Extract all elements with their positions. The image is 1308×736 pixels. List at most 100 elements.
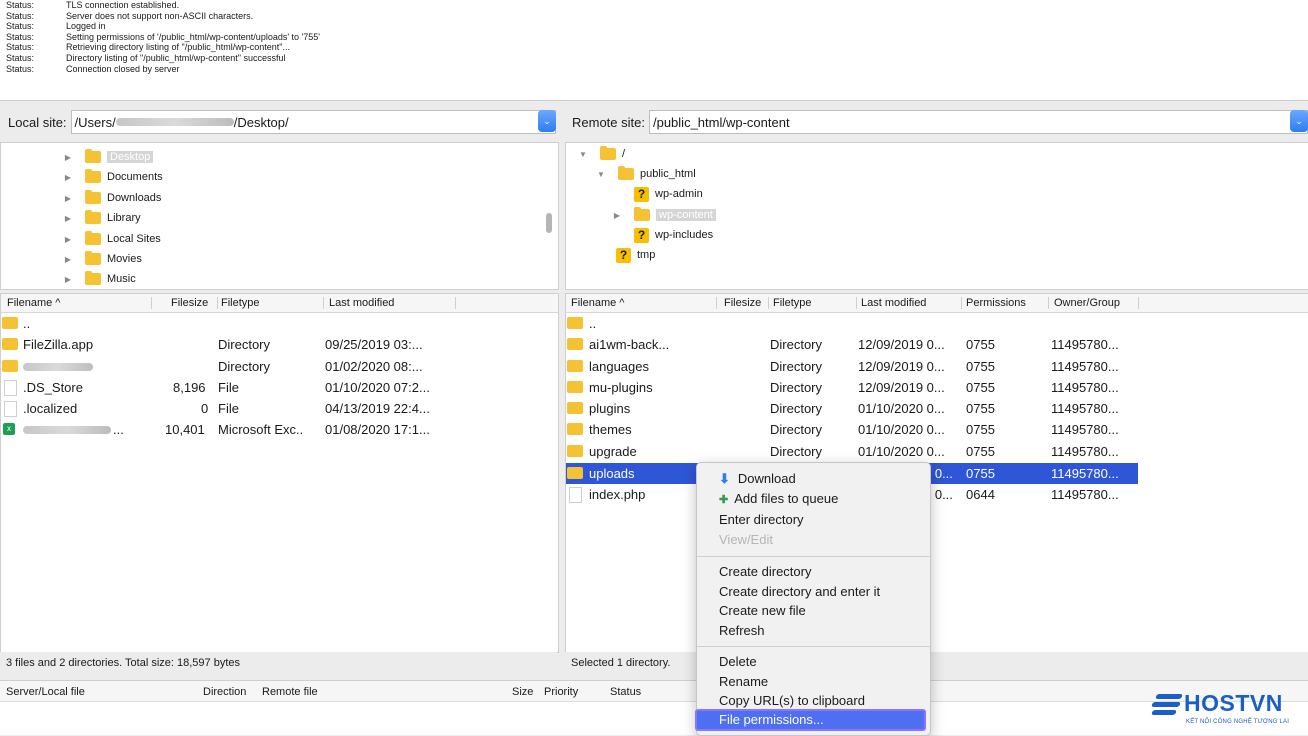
col-status[interactable]: Status (610, 686, 641, 698)
folder-icon (2, 338, 18, 350)
col-owner-group[interactable]: Owner/Group (1054, 297, 1120, 309)
menu-rename[interactable]: Rename (719, 674, 768, 689)
file-row[interactable]: plugins Directory 01/10/2020 0... 0755 11495… (566, 398, 1138, 419)
folder-icon (567, 381, 583, 393)
folder-icon (567, 360, 583, 372)
tree-item-local-sites[interactable]: ▶ Local Sites (61, 230, 161, 248)
transfer-queue[interactable]: Server/Local file Direction Remote file … (0, 680, 1308, 735)
remote-site-path-input[interactable]: /public_html/wp-content ⌄ (648, 110, 1308, 134)
menu-add-to-queue[interactable]: ✚ Add files to queue (719, 491, 838, 506)
remote-directory-tree[interactable]: ▼ / ▼ public_html ? wp-admin ▶ wp-content ? w… (565, 142, 1308, 290)
context-menu: ⬇ Download ✚ Add files to queue Enter dire… (695, 462, 931, 736)
menu-create-directory-enter[interactable]: Create directory and enter it (719, 584, 880, 599)
menu-create-directory[interactable]: Create directory (719, 564, 811, 579)
col-server-local-file[interactable]: Server/Local file (6, 686, 85, 698)
tree-item-movies[interactable]: ▶ Movies (61, 250, 142, 268)
file-row[interactable]: languages Directory 12/09/2019 0... 0755 114… (566, 356, 1138, 377)
local-directory-tree[interactable]: ▶ Desktop ▶ Documents ▶ Downloads ▶ Library … (0, 142, 559, 290)
tree-item-wp-includes[interactable]: ? wp-includes (634, 226, 713, 244)
menu-delete[interactable]: Delete (719, 654, 757, 669)
expand-arrow-icon[interactable]: ▶ (61, 194, 75, 203)
col-filename[interactable]: Filename ^ (7, 297, 60, 309)
folder-icon (85, 231, 101, 245)
local-status-bar: 3 files and 2 directories. Total size: 1… (0, 652, 557, 674)
col-remote-file[interactable]: Remote file (262, 686, 318, 698)
menu-copy-url[interactable]: Copy URL(s) to clipboard (719, 693, 865, 708)
menu-separator (697, 646, 930, 647)
folder-icon (634, 207, 650, 221)
logo-tagline: KẾT NỐI CÔNG NGHỆ TƯƠNG LAI (1186, 719, 1290, 725)
folder-icon (567, 467, 583, 479)
unknown-folder-icon: ? (616, 247, 631, 263)
expand-arrow-icon[interactable]: ▶ (610, 211, 624, 220)
col-priority[interactable]: Priority (544, 686, 578, 698)
file-row[interactable]: .. (1, 313, 558, 334)
file-row[interactable]: ai1wm-back... Directory 12/09/2019 0... 075… (566, 334, 1138, 355)
file-row[interactable]: mu-plugins Directory 12/09/2019 0... 0755 11… (566, 377, 1138, 398)
unknown-folder-icon: ? (634, 227, 649, 243)
menu-download[interactable]: ⬇ Download (719, 471, 796, 487)
local-site-path-input[interactable]: /Users/ /Desktop/ ⌄ (70, 110, 556, 134)
menu-create-file[interactable]: Create new file (719, 603, 806, 618)
file-row[interactable]: FileZilla.app Directory 09/25/2019 03:... (1, 334, 558, 355)
file-row[interactable]: .. (566, 313, 1138, 334)
file-row[interactable]: x... 10,401 Microsoft Exc.. 01/08/2020 17:1… (1, 419, 558, 440)
collapse-arrow-icon[interactable]: ▼ (594, 170, 608, 179)
folder-icon (567, 338, 583, 350)
file-row[interactable]: themes Directory 01/10/2020 0... 0755 114957… (566, 419, 1138, 440)
folder-icon (618, 166, 634, 180)
file-row[interactable]: .localized 0 File 04/13/2019 22:4... (1, 398, 558, 419)
tree-scrollbar[interactable] (546, 213, 552, 233)
log-line: Status: Server does not support non-ASCII… (6, 10, 254, 21)
dropdown-arrow-icon[interactable]: ⌄ (538, 110, 556, 132)
col-last-modified[interactable]: Last modified (329, 297, 394, 309)
log-line: Status: Setting permissions of '/public_h… (6, 31, 321, 42)
expand-arrow-icon[interactable]: ▶ (61, 275, 75, 284)
remote-status-bar: Selected 1 directory. (565, 652, 1308, 674)
col-filetype[interactable]: Filetype (221, 297, 260, 309)
expand-arrow-icon[interactable]: ▶ (61, 214, 75, 223)
col-filetype[interactable]: Filetype (773, 297, 812, 309)
col-size[interactable]: Size (512, 686, 533, 698)
collapse-arrow-icon[interactable]: ▼ (576, 150, 590, 159)
file-row[interactable]: upgrade Directory 01/10/2020 0... 0755 11495… (566, 441, 1138, 462)
tree-item-tmp[interactable]: ? tmp (616, 246, 655, 264)
folder-icon (85, 149, 101, 163)
expand-arrow-icon[interactable]: ▶ (61, 153, 75, 162)
folder-icon (85, 251, 101, 265)
file-row[interactable]: Directory 01/02/2020 08:... (1, 356, 558, 377)
col-last-modified[interactable]: Last modified (861, 297, 926, 309)
col-direction[interactable]: Direction (203, 686, 246, 698)
expand-arrow-icon[interactable]: ▶ (61, 235, 75, 244)
menu-refresh[interactable]: Refresh (719, 623, 765, 638)
dropdown-arrow-icon[interactable]: ⌄ (1290, 110, 1308, 132)
tree-item-downloads[interactable]: ▶ Downloads (61, 189, 161, 207)
file-row[interactable]: .DS_Store 8,196 File 01/10/2020 07:2... (1, 377, 558, 398)
col-filesize[interactable]: Filesize (171, 297, 208, 309)
menu-enter-directory[interactable]: Enter directory (719, 512, 804, 527)
col-filesize[interactable]: Filesize (724, 297, 761, 309)
tree-item-library[interactable]: ▶ Library (61, 209, 141, 227)
tree-item-documents[interactable]: ▶ Documents (61, 168, 163, 186)
tree-item-wp-admin[interactable]: ? wp-admin (634, 185, 703, 203)
local-file-list[interactable]: Filename ^ Filesize Filetype Last modifi… (0, 293, 559, 653)
expand-arrow-icon[interactable]: ▶ (61, 255, 75, 264)
col-permissions[interactable]: Permissions (966, 297, 1026, 309)
tree-item-root[interactable]: ▼ / (576, 145, 625, 163)
tree-item-desktop[interactable]: ▶ Desktop (61, 148, 154, 166)
hostvn-logo: HOSTVN KẾT NỐI CÔNG NGHỆ TƯƠNG LAI (1151, 690, 1302, 732)
file-icon (4, 380, 17, 396)
local-site-label: Local site: (8, 114, 67, 130)
remote-file-list[interactable]: Filename ^ Filesize Filetype Last modifi… (565, 293, 1308, 653)
folder-icon (600, 146, 616, 160)
folder-icon (85, 169, 101, 183)
tree-item-wp-content[interactable]: ▶ wp-content (610, 206, 716, 224)
log-line: Status: Directory listing of "/public_htm… (6, 52, 286, 63)
tree-item-public-html[interactable]: ▼ public_html (594, 165, 696, 183)
menu-separator (697, 556, 930, 557)
tree-item-music[interactable]: ▶ Music (61, 270, 136, 288)
local-list-header: Filename ^ Filesize Filetype Last modifi… (1, 294, 558, 313)
menu-file-permissions[interactable]: File permissions... (695, 709, 926, 731)
expand-arrow-icon[interactable]: ▶ (61, 173, 75, 182)
col-filename[interactable]: Filename ^ (571, 297, 624, 309)
